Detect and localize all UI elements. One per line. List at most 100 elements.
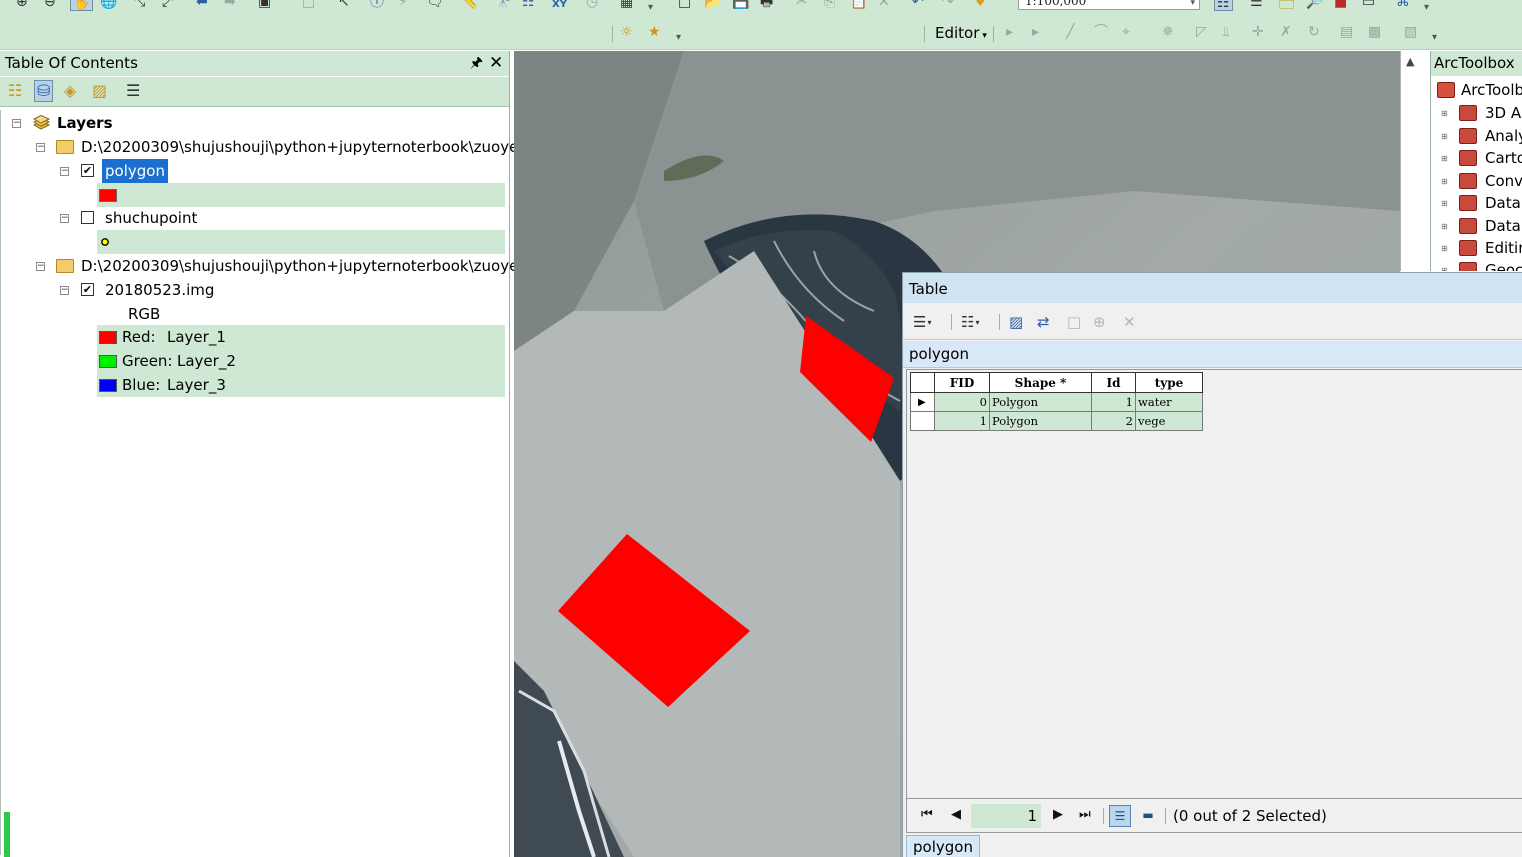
measure-icon[interactable]: 📏 [460,0,477,9]
copy-icon[interactable]: ⎘ [824,0,835,9]
toc-band-green[interactable]: Green: Layer_2 [97,349,505,373]
rotate-icon[interactable]: ↻ [1308,25,1320,39]
table-cell[interactable]: 2 [1091,411,1136,431]
column-header[interactable]: Shape * [989,372,1092,393]
time-slider-icon[interactable]: ◷ [586,0,598,9]
edit-annotation-icon[interactable]: ▸ [1032,25,1039,39]
table-row[interactable]: 1 Polygon 2 vege [910,411,1203,431]
column-header[interactable]: type [1135,372,1203,393]
toc-layer-name[interactable]: polygon [102,159,168,183]
pin-icon[interactable]: 🖈 [470,55,483,71]
toc-root-layers[interactable]: − Layers [1,111,507,135]
map-scrollbar[interactable]: ▲ [1400,51,1430,271]
toolbox-item[interactable]: ⊞ Analy [1431,125,1522,147]
select-by-attributes-icon[interactable]: ▨ [1009,313,1023,331]
collapse-icon[interactable]: − [36,262,45,271]
clear-selection-icon[interactable]: □ [302,0,315,9]
print-icon[interactable]: 🖶 [760,0,773,9]
find-route-icon[interactable]: ☷ [522,0,535,9]
catalog-window-icon[interactable]: 🗂 [1278,0,1296,9]
point-icon[interactable]: ✵ [1162,25,1174,39]
find-icon[interactable]: 🔭 [494,0,511,9]
cut-icon[interactable]: ✂ [796,0,808,9]
straight-segment-icon[interactable]: ╱ [1066,25,1074,39]
expand-icon[interactable]: ⊞ [1441,245,1448,253]
undo-icon[interactable]: ↶ [912,0,924,9]
point-symbol-icon[interactable] [100,237,110,247]
attribute-grid[interactable]: FID Shape * Id type ▶ 0 Polygon 1 water … [906,369,1522,799]
table-cell[interactable]: 1 [1091,392,1136,412]
band-color-swatch[interactable] [99,331,117,344]
back-extent-icon[interactable]: ⬅ [196,0,208,9]
toc-layer-name[interactable]: 20180523.img [105,278,214,302]
expand-icon[interactable]: ⊞ [1441,155,1448,163]
layer-visibility-checkbox[interactable] [81,211,94,224]
toolbox-item[interactable]: ⊞ Editir [1431,237,1522,259]
layer-visibility-checkbox[interactable]: ✔ [81,164,94,177]
table-cell[interactable]: 0 [934,392,990,412]
toolbar-grip-icon[interactable]: ▾ [648,2,653,13]
next-record-icon[interactable]: ▶ [1053,807,1063,823]
toc-source-folder[interactable]: − D:\20200309\shujushouji\python+jupyter… [1,135,543,159]
expand-icon[interactable]: ⊞ [1441,110,1448,118]
hyperlink-icon[interactable]: ⚡ [398,0,408,9]
attribute-table[interactable]: FID Shape * Id type ▶ 0 Polygon 1 water … [910,372,1203,431]
list-by-selection-icon[interactable]: ▨ [92,82,107,100]
georeference-icon[interactable]: ☼ [620,25,633,39]
pan-icon[interactable]: ✋ [70,0,94,11]
toolbar-grip-icon[interactable]: ▾ [1424,2,1429,13]
row-selector-header[interactable] [910,372,935,393]
sketch-properties-icon[interactable]: ▩ [1368,25,1381,39]
show-all-records-icon[interactable]: ☰ [1109,805,1131,827]
cut-polygons-icon[interactable]: ✛ [1252,25,1264,39]
table-tab[interactable]: polygon [906,835,980,857]
edit-tool-icon[interactable]: ▸ [1006,25,1013,39]
fixed-zoom-out-icon[interactable]: ⤢ [162,0,173,9]
zoom-to-selected-icon[interactable]: ⊕ [1093,313,1106,331]
paste-icon[interactable]: 📋 [850,0,867,9]
save-icon[interactable]: 💾 [732,0,749,9]
chevron-up-icon[interactable]: ▲ [1406,55,1414,68]
endpoint-arc-icon[interactable]: ⌒ [1094,25,1108,39]
collapse-icon[interactable]: − [36,143,45,152]
show-selected-records-icon[interactable]: ▬ [1137,805,1159,827]
table-cell[interactable]: Polygon [989,411,1092,431]
toc-band-red[interactable]: Red: Layer_1 [97,325,505,349]
attributes-icon[interactable]: ▤ [1340,25,1353,39]
model-builder-icon[interactable]: ⌘ [1396,0,1410,9]
related-tables-icon[interactable]: ☷▾ [961,313,979,332]
collapse-icon[interactable]: − [60,167,69,176]
select-features-icon[interactable]: ▣ [258,0,271,9]
trace-icon[interactable]: ⌖ [1122,25,1130,39]
collapse-icon[interactable]: − [60,286,69,295]
add-data-icon[interactable]: ♦ [974,0,987,9]
polygon-symbol-swatch[interactable] [99,189,117,202]
table-of-contents-window-icon[interactable]: ☰ [1250,0,1263,9]
toc-layer-name[interactable]: shuchupoint [105,206,197,230]
toolbox-item[interactable]: ⊞ Geoc [1431,259,1522,271]
toolbar-grip-icon[interactable]: ▾ [676,32,681,43]
expand-icon[interactable]: ⊞ [1441,200,1448,208]
table-cell[interactable]: vege [1135,411,1203,431]
toolbox-item[interactable]: ⊞ Data [1431,215,1522,237]
editor-toolbar-toggle-icon[interactable]: ☷ [1214,0,1233,11]
options-icon[interactable]: ☰ [126,82,140,100]
current-row-indicator[interactable]: ▶ [910,392,935,412]
expand-icon[interactable]: ⊞ [1441,133,1448,141]
toolbox-item[interactable]: ⊞ Carto [1431,147,1522,169]
toolbox-item[interactable]: ⊞ Data [1431,192,1522,214]
edit-vertices-icon[interactable]: ◸ [1196,25,1207,39]
arctoolbox-window-icon[interactable]: ■ [1334,0,1347,9]
collapse-icon[interactable]: − [12,119,21,128]
delete-icon[interactable]: ✕ [878,0,890,9]
delete-selected-icon[interactable]: ✕ [1123,313,1136,331]
expand-icon[interactable]: ⊞ [1441,223,1448,231]
python-window-icon[interactable]: ▭ [1362,0,1375,9]
toc-layer-polygon[interactable]: − ✔ polygon [1,159,507,183]
last-record-icon[interactable]: ⏭ [1079,807,1091,823]
editor-menu[interactable]: Editor ▾ [935,25,987,45]
reshape-icon[interactable]: ⫫ [1222,25,1230,39]
open-icon[interactable]: 📂 [704,0,721,9]
toolbar-grip-icon[interactable]: ▾ [1432,32,1437,43]
expand-icon[interactable]: ⊞ [1441,178,1448,186]
